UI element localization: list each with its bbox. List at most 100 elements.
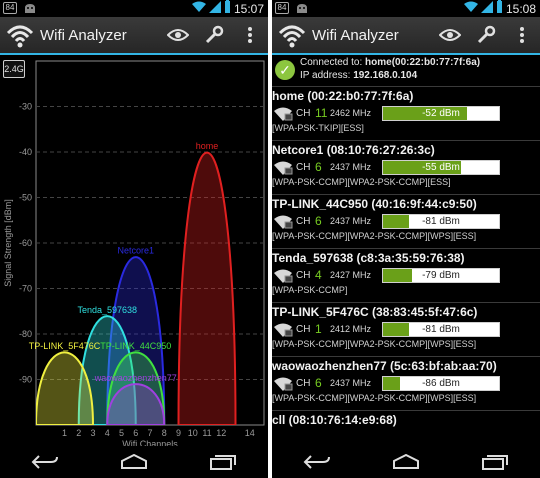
battery-icon — [496, 0, 503, 18]
x-tick-label: 6 — [133, 428, 138, 438]
channel-label: CH — [296, 162, 311, 173]
network-label: waowaozhenzhen77 — [94, 373, 177, 383]
signal-dbm: -81 dBm — [422, 324, 460, 335]
connection-info: ✓ Connected to: home(00:22:b0:77:7f:6a) … — [272, 57, 540, 87]
channel-label: CH — [296, 324, 311, 335]
frequency: 2437 MHz — [330, 378, 372, 388]
back-icon[interactable] — [20, 448, 70, 476]
action-bar: Wifi Analyzer — [0, 17, 268, 55]
signal-dbm: -86 dBm — [422, 378, 460, 389]
connected-check-icon: ✓ — [275, 60, 295, 80]
y-tick-label: -50 — [19, 193, 32, 203]
security-capabilities: [WPA-PSK-CCMP][WPA2-PSK-CCMP][WPS][ESS] — [272, 339, 477, 349]
list-divider — [272, 248, 540, 249]
back-icon[interactable] — [292, 448, 342, 476]
wifi-lock-icon — [273, 376, 293, 392]
signal-dbm: -79 dBm — [422, 270, 460, 281]
access-point-item[interactable]: TP-LINK_44C950 (40:16:9f:44:c9:50) CH 6 243… — [272, 197, 540, 252]
access-point-item[interactable]: TP-LINK_5F476C (38:83:45:5f:47:6c) CH 1 241… — [272, 305, 540, 360]
home-icon[interactable] — [381, 448, 431, 476]
signal-dbm: -55 dBm — [422, 162, 460, 173]
wifi-signal-icon — [463, 0, 478, 18]
wifi-analyzer-logo-icon[interactable] — [6, 21, 34, 49]
android-notification-icon — [22, 2, 38, 14]
recents-icon[interactable] — [470, 448, 520, 476]
signal-dbm: -52 dBm — [422, 108, 460, 119]
wifi-lock-icon — [273, 268, 293, 284]
android-notification-icon — [294, 2, 310, 14]
eye-icon[interactable] — [432, 17, 468, 53]
network-label: Netcore1 — [117, 246, 154, 256]
x-tick-label: 11 — [202, 428, 211, 438]
access-point-name: waowaozhenzhen77 (5c:63:bf:ab:aa:70) — [272, 359, 497, 373]
channel-number: 4 — [315, 268, 322, 282]
access-point-item[interactable]: home (00:22:b0:77:7f:6a) CH 11 2462 MHz -52 … — [272, 89, 540, 144]
signal-strength-bar: -81 dBm — [382, 322, 500, 337]
access-point-name: TP-LINK_5F476C (38:83:45:5f:47:6c) — [272, 305, 478, 319]
signal-strength-bar: -86 dBm — [382, 376, 500, 391]
channel-number: 6 — [315, 214, 322, 228]
list-divider — [272, 194, 540, 195]
y-tick-label: -80 — [19, 329, 32, 339]
channel-number: 6 — [315, 376, 322, 390]
network-label: TP-LINK_44C950 — [100, 341, 171, 351]
signal-dbm: -81 dBm — [422, 216, 460, 227]
y-tick-label: -30 — [19, 102, 32, 112]
y-tick-label: -90 — [19, 375, 32, 385]
cell-signal-icon — [208, 0, 221, 18]
signal-chart: -30 -40 -50 -60 -70 -80 -90 1 2 3 4 5 6 7 8 9 10 11 12 14 Wi… — [0, 57, 268, 449]
battery-icon — [224, 0, 231, 18]
connected-to-label: Connected to: — [300, 57, 363, 68]
y-tick-label: -60 — [19, 238, 32, 248]
eye-icon[interactable] — [160, 17, 196, 53]
channel-number: 6 — [315, 160, 322, 174]
access-point-item[interactable]: Netcore1 (08:10:76:27:26:3c) CH 6 2437 MHz -… — [272, 143, 540, 198]
clock: 15:08 — [505, 1, 536, 16]
access-point-item[interactable]: Tenda_597638 (c8:3a:35:59:76:38) CH 4 2427 … — [272, 251, 540, 306]
frequency: 2427 MHz — [330, 270, 372, 280]
home-icon[interactable] — [109, 448, 159, 476]
wrench-icon[interactable] — [196, 17, 232, 53]
network-label: home — [196, 141, 219, 151]
x-tick-label: 10 — [188, 428, 198, 438]
channel-number: 1 — [315, 322, 322, 336]
recents-icon[interactable] — [198, 448, 248, 476]
y-tick-label: -70 — [19, 284, 32, 294]
list-divider — [272, 410, 540, 411]
network-label: Tenda_597638 — [77, 305, 137, 315]
frequency: 2437 MHz — [330, 216, 372, 226]
signal-strength-bar: -55 dBm — [382, 160, 500, 175]
wifi-signal-icon — [191, 0, 206, 18]
frequency: 2437 MHz — [330, 162, 372, 172]
channel-number: 11 — [315, 106, 328, 120]
ip-address-value: 192.168.0.104 — [353, 70, 418, 81]
app-title: Wifi Analyzer — [40, 26, 127, 44]
navigation-bar — [0, 446, 268, 478]
notification-badge: 84 — [3, 2, 17, 14]
frequency: 2412 MHz — [330, 324, 372, 334]
x-tick-label: 14 — [245, 428, 255, 438]
navigation-bar — [272, 446, 540, 478]
x-tick-label: 2 — [76, 428, 81, 438]
security-capabilities: [WPA-PSK-CCMP][WPA2-PSK-CCMP][WPS][ESS] — [272, 393, 477, 403]
x-tick-label: 12 — [216, 428, 226, 438]
band-toggle-button[interactable]: 2.4G — [3, 60, 25, 78]
wifi-analyzer-logo-icon[interactable] — [278, 21, 306, 49]
channel-label: CH — [296, 378, 311, 389]
overflow-menu-icon[interactable] — [504, 17, 540, 53]
wrench-icon[interactable] — [468, 17, 504, 53]
signal-strength-bar: -81 dBm — [382, 214, 500, 229]
x-tick-label: 7 — [147, 428, 152, 438]
status-bar: 84 15:08 — [272, 0, 540, 17]
y-axis-label: Signal Strength [dBm] — [3, 199, 13, 287]
list-divider — [272, 356, 540, 357]
signal-chart-svg: -30-40-50-60-70-80-901 2 3 4 5 6 7 8 9 10 11 12 14Wi… — [3, 60, 265, 449]
frequency: 2462 MHz — [330, 108, 372, 118]
access-point-name: Tenda_597638 (c8:3a:35:59:76:38) — [272, 251, 465, 265]
overflow-menu-icon[interactable] — [232, 17, 268, 53]
x-tick-label: 4 — [105, 428, 110, 438]
x-tick-label: 9 — [176, 428, 181, 438]
access-point-item[interactable]: waowaozhenzhen77 (5c:63:bf:ab:aa:70) CH 6 2… — [272, 359, 540, 414]
channel-label: CH — [296, 108, 311, 119]
x-tick-label: 3 — [90, 428, 95, 438]
